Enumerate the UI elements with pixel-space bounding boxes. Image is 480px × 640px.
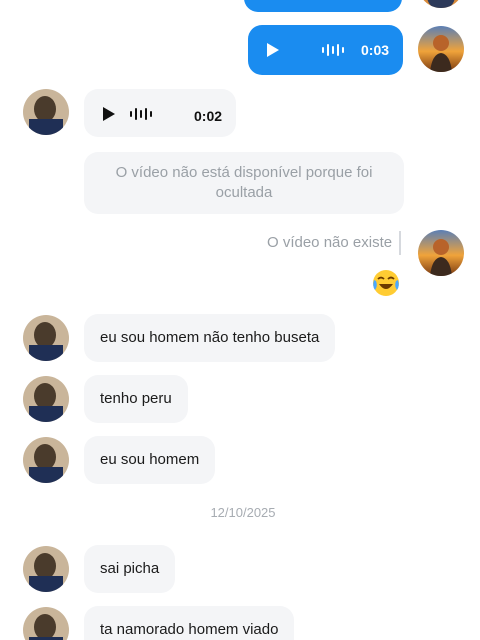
message-bubble[interactable]: ta namorado homem viado [84, 606, 295, 640]
message-bubble[interactable]: sai picha [84, 545, 176, 593]
waveform-icon [322, 44, 344, 56]
message-text: eu sou homem não tenho buseta [100, 329, 320, 346]
outgoing-message-partial[interactable] [244, 0, 402, 12]
divider [399, 231, 401, 255]
voice-duration: 0:02 [194, 108, 223, 124]
video-missing-text: O vídeo não existe [267, 234, 393, 251]
play-icon[interactable] [102, 106, 116, 122]
message-bubble[interactable]: tenho peru [84, 375, 188, 423]
my-avatar[interactable] [418, 230, 464, 276]
message-text: sai picha [100, 560, 160, 577]
waveform-icon [130, 108, 152, 120]
message-text: tenho peru [100, 390, 172, 407]
message-bubble[interactable]: eu sou homem não tenho buseta [84, 314, 336, 362]
contact-avatar[interactable] [23, 437, 69, 483]
my-avatar[interactable] [418, 26, 464, 72]
play-icon[interactable] [266, 42, 280, 58]
contact-avatar[interactable] [23, 607, 69, 640]
contact-avatar[interactable] [23, 315, 69, 361]
video-unavailable-notice: O vídeo não está disponível porque foi o… [84, 152, 404, 214]
contact-avatar[interactable] [23, 546, 69, 592]
message-text: eu sou homem [100, 451, 200, 468]
voice-duration: 0:03 [361, 42, 390, 58]
laughing-emoji-icon[interactable] [371, 268, 401, 298]
contact-avatar[interactable] [23, 89, 69, 135]
message-bubble[interactable]: eu sou homem [84, 436, 216, 484]
message-text: ta namorado homem viado [100, 621, 279, 638]
voice-message-incoming[interactable]: 0:02 [84, 89, 236, 137]
voice-message-outgoing[interactable]: 0:03 [248, 25, 403, 75]
contact-avatar[interactable] [23, 376, 69, 422]
date-separator: 12/10/2025 [210, 505, 276, 520]
my-avatar[interactable] [418, 0, 464, 8]
